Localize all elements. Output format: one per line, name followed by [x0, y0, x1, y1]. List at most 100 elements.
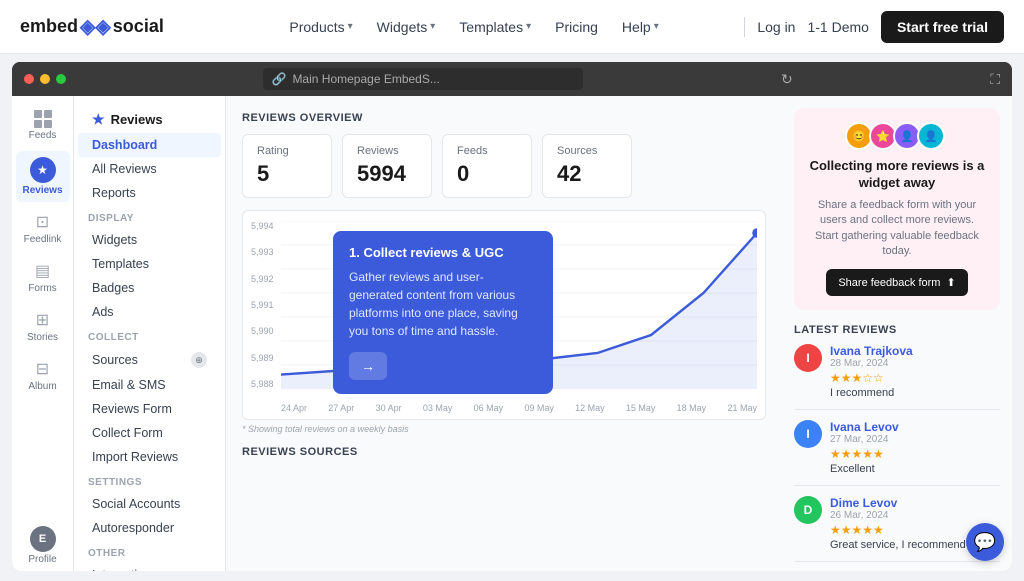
reviews-form-label: Reviews Form — [92, 402, 172, 416]
sidebar-widgets[interactable]: Widgets — [78, 228, 221, 252]
nav-products[interactable]: Products ▾ — [289, 19, 352, 35]
promo-body: Share a feedback form with your users an… — [808, 198, 986, 260]
sidebar-dashboard[interactable]: Dashboard — [78, 133, 221, 157]
reviews-sources-title: REVIEWS SOURCES — [242, 446, 766, 458]
nav-templates[interactable]: Templates ▾ — [459, 19, 531, 35]
sidebar-item-stories[interactable]: ⊞ Stories — [16, 304, 70, 349]
sidebar-autoresponder[interactable]: Autoresponder — [78, 516, 221, 540]
chart-tooltip: 1. Collect reviews & UGC Gather reviews … — [333, 231, 553, 394]
promo-title: Collecting more reviews is a widget away — [808, 158, 986, 192]
stat-sources: Sources 42 — [542, 134, 632, 198]
minimize-dot[interactable] — [40, 74, 50, 84]
rating-value: 5 — [257, 161, 317, 187]
nav-pricing[interactable]: Pricing — [555, 19, 598, 35]
sidebar-templates[interactable]: Templates — [78, 252, 221, 276]
feedlink-icon: ⊡ — [36, 212, 49, 232]
sidebar: ★ Reviews Dashboard All Reviews Reports … — [74, 96, 226, 571]
start-trial-button[interactable]: Start free trial — [881, 11, 1004, 43]
nav-help[interactable]: Help ▾ — [622, 19, 659, 35]
sidebar-reviews-form[interactable]: Reviews Form — [78, 397, 221, 421]
sidebar-integrations[interactable]: Integrations — [78, 563, 221, 571]
review-item: I Ivana Trajkova 28 Mar, 2024 I recommen… — [794, 344, 1000, 410]
review-stars-1 — [830, 371, 1000, 385]
reviews-icon: ★ — [30, 157, 56, 183]
tooltip-body: Gather reviews and user-generated conten… — [349, 268, 537, 340]
feeds-label: Feeds — [457, 145, 517, 157]
sidebar-item-forms[interactable]: ▤ Forms — [16, 255, 70, 300]
main-content: REVIEWS OVERVIEW Rating 5 Reviews 5994 F… — [226, 96, 782, 571]
other-section-title: Other — [74, 540, 225, 563]
sidebar-item-feeds[interactable]: Feeds — [16, 104, 70, 147]
sidebar-reviews-parent[interactable]: ★ Reviews — [78, 106, 221, 133]
nav-widgets[interactable]: Widgets ▾ — [377, 19, 436, 35]
feedlink-label: Feedlink — [24, 234, 62, 245]
share-feedback-button[interactable]: Share feedback form ⬆ — [826, 269, 967, 296]
logo-text: embed — [20, 16, 78, 37]
feeds-icon — [34, 110, 52, 128]
stories-label: Stories — [27, 332, 58, 343]
stories-icon: ⊞ — [36, 310, 49, 330]
login-link[interactable]: Log in — [757, 19, 795, 35]
reviews-value: 5994 — [357, 161, 417, 187]
chart-note: * Showing total reviews on a weekly basi… — [242, 424, 766, 434]
review-date-2: 27 Mar, 2024 — [830, 434, 1000, 445]
sources-label: Sources — [557, 145, 617, 157]
review-date-1: 28 Mar, 2024 — [830, 358, 1000, 369]
badges-label: Badges — [92, 281, 134, 295]
album-label: Album — [28, 381, 56, 392]
autoresponder-label: Autoresponder — [92, 521, 174, 535]
chart-x-labels: 24 Apr 27 Apr 30 Apr 03 May 06 May 09 Ma… — [281, 403, 757, 413]
sidebar-item-album[interactable]: ⊟ Album — [16, 353, 70, 398]
collect-section-title: Collect — [74, 324, 225, 347]
sidebar-import-reviews[interactable]: Import Reviews — [78, 445, 221, 469]
refresh-icon[interactable]: ↻ — [781, 71, 793, 88]
browser-url-bar[interactable]: 🔗 Main Homepage EmbedS... — [263, 68, 583, 90]
sidebar-item-reviews[interactable]: ★ Reviews — [16, 151, 70, 202]
sidebar-all-reviews[interactable]: All Reviews — [78, 157, 221, 181]
sidebar-reports[interactable]: Reports — [78, 181, 221, 205]
reviews-star-icon: ★ — [92, 111, 105, 128]
demo-link[interactable]: 1-1 Demo — [807, 19, 868, 35]
chevron-down-icon: ▾ — [348, 21, 353, 32]
latest-reviews-title: LATEST REVIEWS — [794, 324, 1000, 336]
feeds-label: Feeds — [29, 130, 57, 141]
right-panel: 😊 ⭐ 👤 👤 Collecting more reviews is a wid… — [782, 96, 1012, 571]
share-feedback-label: Share feedback form — [838, 277, 940, 289]
widgets-label: Widgets — [92, 233, 137, 247]
sidebar-sources[interactable]: Sources ⊕ — [78, 347, 221, 373]
sources-badge: ⊕ — [191, 352, 207, 368]
sidebar-reviews-label: Reviews — [111, 112, 163, 127]
nav-right: Log in 1-1 Demo Start free trial — [744, 11, 1004, 43]
logo-social: social — [113, 16, 164, 37]
icon-bar: Feeds ★ Reviews ⊡ Feedlink ▤ Forms ⊞ Sto… — [12, 96, 74, 571]
promo-avatars: 😊 ⭐ 👤 👤 — [808, 122, 986, 150]
review-content-1: Ivana Trajkova 28 Mar, 2024 I recommend — [830, 344, 1000, 399]
chart-y-labels: 5,994 5,993 5,992 5,991 5,990 5,989 5,98… — [251, 221, 274, 389]
review-stars-2 — [830, 447, 1000, 461]
logo-icon: ◈◈ — [80, 14, 111, 39]
templates-label: Templates — [92, 257, 149, 271]
reports-label: Reports — [92, 186, 136, 200]
sidebar-social-accounts[interactable]: Social Accounts — [78, 492, 221, 516]
review-avatar-2: I — [794, 420, 822, 448]
fullscreen-icon[interactable]: ⛶ — [990, 71, 1000, 88]
sidebar-collect-form[interactable]: Collect Form — [78, 421, 221, 445]
logo: embed◈◈social — [20, 14, 164, 39]
reviewer-name-2: Ivana Levov — [830, 420, 1000, 434]
reviewer-name-1: Ivana Trajkova — [830, 344, 1000, 358]
url-text: Main Homepage EmbedS... — [292, 72, 439, 86]
chevron-down-icon: ▾ — [654, 21, 659, 32]
sidebar-badges[interactable]: Badges — [78, 276, 221, 300]
expand-dot[interactable] — [56, 74, 66, 84]
chat-bubble[interactable]: 💬 — [966, 523, 1004, 561]
sidebar-item-profile[interactable]: E Profile — [16, 520, 70, 571]
tooltip-arrow-button[interactable]: → — [349, 352, 387, 380]
sidebar-item-feedlink[interactable]: ⊡ Feedlink — [16, 206, 70, 251]
sidebar-ads[interactable]: Ads — [78, 300, 221, 324]
feeds-value: 0 — [457, 161, 517, 187]
sidebar-email-sms[interactable]: Email & SMS — [78, 373, 221, 397]
review-text-1: I recommend — [830, 387, 1000, 399]
close-dot[interactable] — [24, 74, 34, 84]
review-avatar-1: I — [794, 344, 822, 372]
chart-container: 5,994 5,993 5,992 5,991 5,990 5,989 5,98… — [242, 210, 766, 420]
